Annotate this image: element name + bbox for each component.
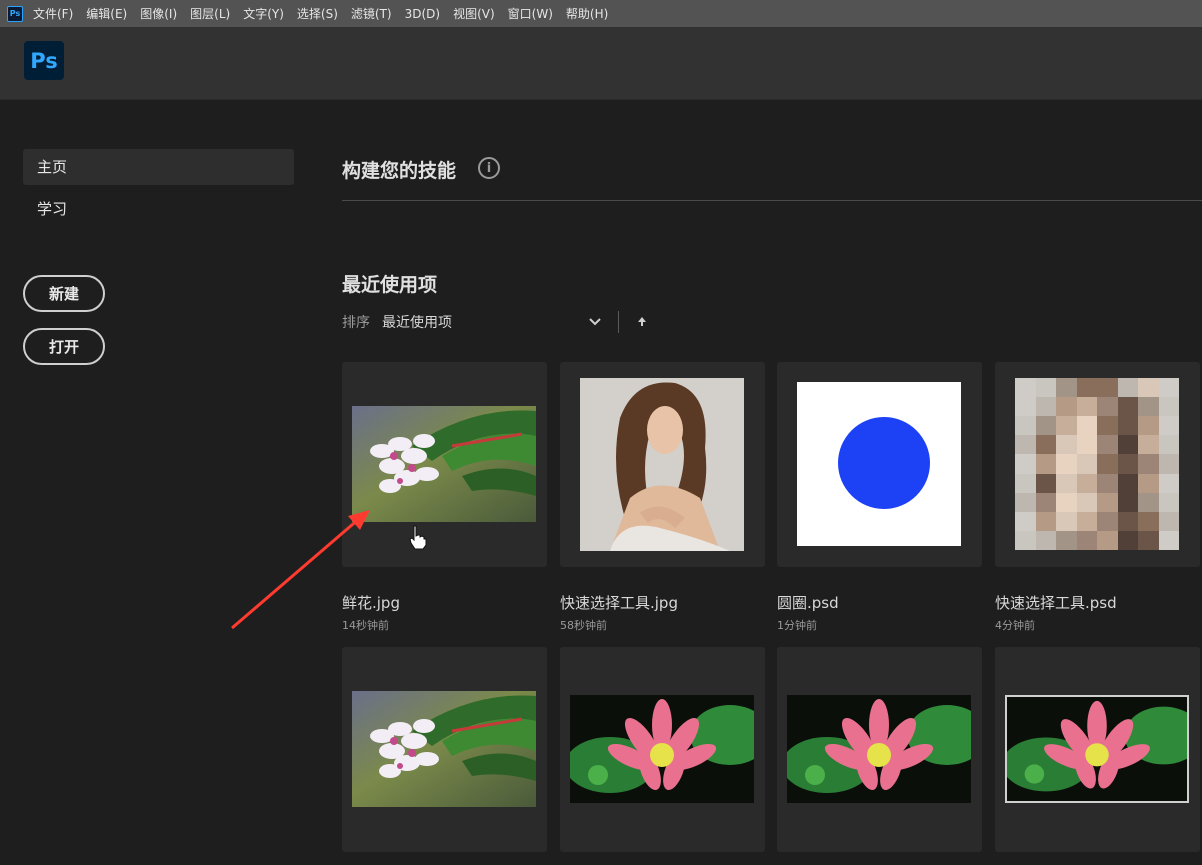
sidebar-item-home[interactable]: 主页 — [23, 149, 294, 185]
menu-select[interactable]: 选择(S) — [297, 5, 338, 22]
chevron-down-icon[interactable] — [588, 312, 602, 332]
sort-label: 排序 — [342, 315, 370, 331]
menu-view[interactable]: 视图(V) — [453, 5, 495, 22]
file-name[interactable]: 圆圈.psd — [777, 592, 839, 613]
menu-filter[interactable]: 滤镜(T) — [351, 5, 392, 22]
photoshop-app-icon[interactable]: Ps — [7, 5, 23, 22]
menu-image[interactable]: 图像(I) — [140, 5, 177, 22]
recent-file-card[interactable] — [995, 362, 1200, 567]
lotus-thumbnail — [570, 695, 754, 803]
sidebar-item-learn[interactable]: 学习 — [23, 191, 294, 227]
file-name[interactable]: 快速选择工具.jpg — [560, 592, 678, 613]
lotus-thumbnail — [1005, 695, 1189, 803]
recent-file-card[interactable] — [777, 362, 982, 567]
recent-file-card[interactable] — [560, 362, 765, 567]
portrait-thumbnail — [580, 378, 744, 551]
open-button[interactable]: 打开 — [23, 328, 105, 365]
sidebar: 主页 学习 新建 打开 — [0, 100, 320, 865]
recent-title: 最近使用项 — [342, 274, 438, 296]
menu-bar: Ps 文件(F) 编辑(E) 图像(I) 图层(L) 文字(Y) 选择(S) 滤… — [0, 0, 1202, 27]
photoshop-logo: Ps — [24, 41, 64, 80]
file-time: 1分钟前 — [777, 619, 817, 632]
recent-file-card[interactable] — [777, 647, 982, 852]
recent-file-card[interactable] — [342, 647, 547, 852]
recent-file-card[interactable] — [995, 647, 1200, 852]
lotus-thumbnail — [787, 695, 971, 803]
flower-thumbnail — [352, 691, 536, 807]
recent-file-card[interactable] — [560, 647, 765, 852]
skills-title: 构建您的技能 — [342, 160, 457, 182]
menu-3d[interactable]: 3D(D) — [405, 7, 440, 21]
info-icon[interactable]: i — [478, 157, 500, 179]
menu-edit[interactable]: 编辑(E) — [86, 5, 127, 22]
file-name[interactable]: 快速选择工具.psd — [995, 592, 1117, 613]
hand-cursor-icon — [409, 525, 427, 550]
menu-layer[interactable]: 图层(L) — [190, 5, 230, 22]
file-time: 58秒钟前 — [560, 619, 607, 632]
pixelated-thumbnail — [1015, 378, 1179, 550]
menu-file[interactable]: 文件(F) — [33, 5, 73, 22]
divider — [342, 200, 1202, 201]
sort-value[interactable]: 最近使用项 — [382, 312, 452, 332]
sort-separator — [618, 311, 619, 333]
app-header: Ps — [0, 27, 1202, 100]
arrow-up-icon[interactable] — [636, 314, 648, 330]
sort-control[interactable]: 排序 最近使用项 — [342, 312, 452, 332]
menu-help[interactable]: 帮助(H) — [566, 5, 608, 22]
annotation-arrow-icon — [231, 510, 370, 630]
new-button[interactable]: 新建 — [23, 275, 105, 312]
file-time: 4分钟前 — [995, 619, 1035, 632]
circle-thumbnail — [797, 382, 961, 546]
menu-window[interactable]: 窗口(W) — [508, 5, 553, 22]
menu-type[interactable]: 文字(Y) — [243, 5, 284, 22]
